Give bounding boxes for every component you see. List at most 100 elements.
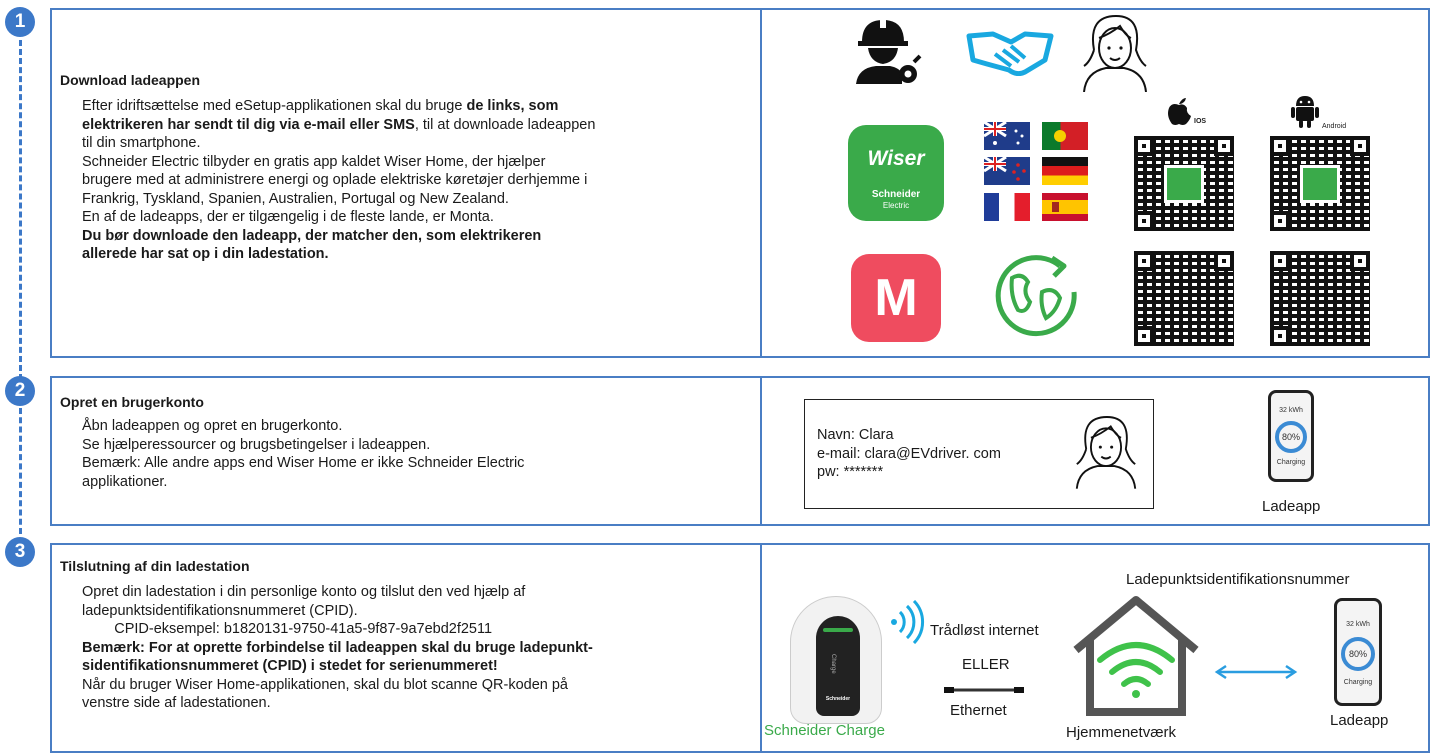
handshake-icon [966, 31, 1054, 76]
body-line: Du bør downloade den ladeapp, der matche… [82, 227, 595, 246]
body-line: Efter idriftsættelse med eSetup-applikat… [82, 97, 595, 116]
step-badge-1: 1 [5, 7, 35, 37]
body-line: Bemærk: For at oprette forbindelse til l… [82, 639, 593, 658]
body-line: Se hjælperessourcer og brugsbetingelser … [82, 436, 524, 455]
ladeapp-label-step3: Ladeapp [1330, 712, 1389, 729]
account-card: Navn: Clara e-mail: clara@EVdriver. com … [804, 399, 1154, 509]
text-run: Når du bruger Wiser Home-applikationen, … [82, 676, 568, 693]
phone-energy: 32 kWh [1346, 621, 1370, 628]
user-woman-icon [1075, 416, 1137, 489]
ethernet-label: Ethernet [950, 702, 1007, 719]
wireless-signal-icon [891, 600, 925, 644]
account-name: Navn: Clara [817, 427, 894, 443]
wiser-android-qr-code[interactable] [1270, 136, 1370, 231]
wiser-ios-qr-code[interactable] [1134, 136, 1234, 231]
body-line: til din smartphone. [82, 134, 595, 153]
phone-energy: 32 kWh [1279, 407, 1303, 414]
monta-android-qr-code[interactable] [1270, 251, 1370, 346]
wiser-app-logo: Wiser Schneider Electric [848, 125, 944, 221]
step-badge-2: 2 [5, 376, 35, 406]
body-line: Åbn ladeappen og opret en brugerkonto. [82, 417, 524, 436]
ethernet-cable-icon [944, 687, 1024, 693]
monta-ios-qr-code[interactable] [1134, 251, 1234, 346]
charger-side-text: Charge [830, 654, 836, 674]
bold-text-run: allerede har sat op i din ladestation. [82, 246, 329, 262]
wiser-logo-text: Wiser [867, 147, 925, 170]
body-line: brugere med at administrere energi og op… [82, 171, 595, 190]
bold-text-run: de links, som [466, 98, 559, 114]
flag-spain [1042, 193, 1088, 221]
body-line: CPID-eksempel: b1820131-9750-41a5-9f87-9… [82, 620, 593, 639]
phone-status: Charging [1276, 459, 1306, 466]
text-run: Schneider Electric tilbyder en gratis ap… [82, 153, 546, 170]
step2-title: Opret en brugerkonto [60, 394, 204, 410]
timeline-line [19, 40, 22, 380]
step2-body: Åbn ladeappen og opret en brugerkonto. Se… [82, 417, 524, 491]
or-label: ELLER [962, 656, 1010, 673]
text-run: brugere med at administrere energi og op… [82, 172, 588, 188]
body-line: Opret din ladestation i din personlige k… [82, 583, 593, 602]
charging-app-phone: 32 kWh 80% Charging [1334, 598, 1382, 706]
body-line: En af de ladeapps, der er tilgængelig i … [82, 208, 595, 227]
body-line: Bemærk: Alle andre apps end Wiser Home e… [82, 454, 524, 473]
schneider-charger: Charge Schneider [790, 596, 882, 724]
wireless-label: Trådløst internet [930, 622, 1039, 639]
flag-united-kingdom [984, 122, 1030, 150]
account-email: e-mail: clara@EVdriver. com [817, 446, 1001, 462]
timeline-line [19, 408, 22, 534]
android-icon [1291, 96, 1319, 128]
wifi-signal-icon [1097, 642, 1175, 698]
bold-text-run: sidentifikationsnummeret (CPID) i stedet… [82, 658, 498, 674]
phone-status: Charging [1343, 679, 1373, 686]
body-line: Når du bruger Wiser Home-applikationen, … [82, 676, 593, 695]
bold-text-run: Du bør downloade den ladeapp, der matche… [82, 227, 542, 244]
text-run: til din smartphone. [82, 135, 201, 151]
step1-title: Download ladeappen [60, 72, 201, 88]
android-label: Android [1322, 123, 1347, 130]
text-run: Frankrig, Tyskland, Spanien, Australien,… [82, 190, 509, 207]
monta-app-logo: M [851, 254, 941, 342]
monta-logo-letter: M [874, 269, 918, 327]
schneider-logo-line1: Schneider [871, 189, 921, 200]
double-arrow-icon [1214, 664, 1298, 680]
text-run: Se hjælperessourcer og brugsbetingelser … [82, 436, 431, 453]
user-woman-icon [1083, 14, 1147, 92]
flag-france [984, 193, 1030, 221]
text-run: , til at downloade ladeappen [414, 116, 596, 133]
installer-icon [856, 18, 922, 84]
body-line: elektrikeren har sendt til dig via e-mai… [82, 116, 595, 135]
text-run: applikationer. [82, 473, 168, 490]
ladeapp-label-step2: Ladeapp [1262, 498, 1321, 515]
apple-icon [1168, 98, 1191, 125]
charger-brand: Schneider [825, 696, 851, 702]
step1-body: Efter idriftsættelse med eSetup-applikat… [82, 97, 595, 264]
flag-germany [1042, 157, 1088, 185]
schneider-logo-line2: Electric [882, 201, 910, 210]
text-run: En af de ladeapps, der er tilgængelig i … [82, 209, 494, 225]
text-run: venstre side af ladestationen. [82, 695, 271, 711]
text-run: Opret din ladestation i din personlige k… [82, 584, 526, 600]
flag-new-zealand [984, 157, 1030, 185]
phone-charge-ring: 80% [1341, 637, 1375, 671]
text-run: CPID-eksempel: b1820131-9750-41a5-9f87-9… [82, 621, 493, 637]
phone-percent: 80% [1281, 432, 1300, 442]
body-line: Schneider Electric tilbyder en gratis ap… [82, 153, 595, 172]
body-line: applikationer. [82, 473, 524, 492]
body-line: allerede har sat op i din ladestation. [82, 245, 595, 264]
phone-charge-ring: 80% [1275, 421, 1307, 453]
home-network-label: Hjemmenetværk [1066, 724, 1177, 741]
ios-label: IOS [1194, 118, 1207, 125]
flag-portugal [1042, 122, 1088, 150]
charging-app-phone: 32 kWh 80% Charging [1268, 390, 1314, 482]
text-run: ladepunktsidentifikationsnummeret (CPID)… [82, 602, 358, 619]
phone-percent: 80% [1348, 649, 1367, 659]
globe-icon [995, 255, 1077, 337]
step3-title: Tilslutning af din ladestation [60, 558, 250, 574]
text-run: Bemærk: Alle andre apps end Wiser Home e… [82, 455, 525, 471]
text-run: Åbn ladeappen og opret en brugerkonto. [82, 418, 343, 434]
charger-name-label: Schneider Charge [764, 722, 885, 739]
text-run: Efter idriftsættelse med eSetup-applikat… [82, 98, 467, 114]
bold-text-run: Bemærk: For at oprette forbindelse til l… [82, 639, 593, 656]
step-badge-3: 3 [5, 537, 35, 567]
bold-text-run: elektrikeren har sendt til dig via e-mai… [82, 116, 415, 133]
